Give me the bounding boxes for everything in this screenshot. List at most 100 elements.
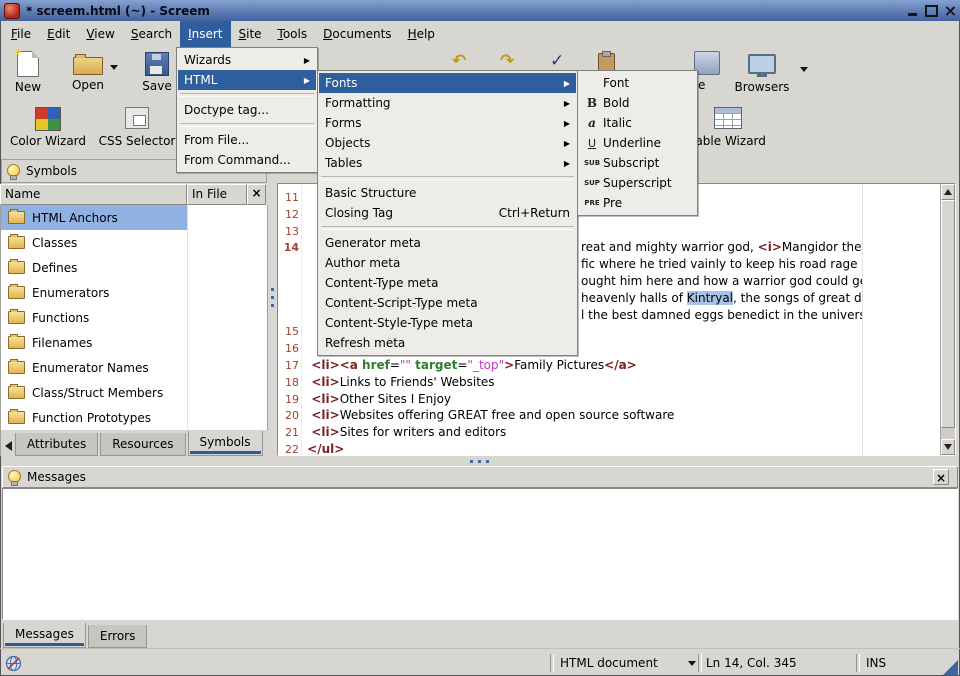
line-number: 18: [278, 374, 299, 391]
menu-item-content-type-meta[interactable]: Content-Type meta: [319, 273, 576, 293]
close-icon: [934, 470, 948, 487]
menu-item-formatting[interactable]: Formatting▶: [319, 93, 576, 113]
scroll-down-button[interactable]: [941, 439, 955, 455]
menu-item-font[interactable]: Font: [579, 73, 696, 93]
menubar-item-file[interactable]: File: [3, 21, 39, 47]
line-number: 20: [278, 407, 299, 424]
messages-tab-messages[interactable]: Messages: [3, 623, 86, 648]
color-wizard-label: Color Wizard: [4, 134, 92, 148]
column-header-in-file[interactable]: In File: [187, 184, 247, 205]
symbol-item-classes[interactable]: Classes: [1, 230, 267, 255]
symbol-item-html-anchors[interactable]: HTML Anchors: [1, 205, 267, 230]
code-line-21[interactable]: 21 <li>Sites for writers and editors: [278, 424, 940, 441]
check-icon[interactable]: ✓: [550, 51, 564, 71]
code-line-20[interactable]: 20 <li>Websites offering GREAT free and …: [278, 407, 940, 424]
sidebar-tab-row: AttributesResourcesSymbols: [0, 430, 268, 456]
open-dropdown-arrow-icon[interactable]: [110, 65, 118, 70]
menubar-item-view[interactable]: View: [78, 21, 122, 47]
close-button[interactable]: [941, 2, 960, 19]
color-wizard-button[interactable]: Color Wizard: [4, 107, 92, 148]
column-header-name[interactable]: Name: [0, 184, 187, 205]
menu-item-label: Forms: [325, 116, 361, 130]
tab-scroll-left-button[interactable]: [1, 436, 15, 456]
online-status-icon[interactable]: [5, 649, 22, 676]
symbol-item-enumerator-names[interactable]: Enumerator Names: [1, 355, 267, 380]
symbol-item-class-struct-members[interactable]: Class/Struct Members: [1, 380, 267, 405]
folder-icon: [8, 386, 25, 399]
maximize-button[interactable]: [922, 2, 941, 19]
messages-close-button[interactable]: [933, 469, 949, 485]
menu-accelerator: Ctrl+Return: [483, 206, 570, 220]
symbol-item-defines[interactable]: Defines: [1, 255, 267, 280]
sidebar-tab-attributes[interactable]: Attributes: [15, 433, 98, 456]
menu-item-italic[interactable]: aItalic: [579, 113, 696, 133]
symbol-label: Enumerator Names: [32, 361, 149, 375]
menu-item-forms[interactable]: Forms▶: [319, 113, 576, 133]
menu-item-generator-meta[interactable]: Generator meta: [319, 233, 576, 253]
browsers-button[interactable]: Browsers: [726, 51, 798, 94]
statusbar-separator: [856, 654, 860, 672]
menubar-item-search[interactable]: Search: [123, 21, 180, 47]
menu-item-from-file[interactable]: From File...: [178, 130, 316, 150]
menu-item-fonts[interactable]: Fonts▶: [319, 73, 576, 93]
toolbar-button-partial[interactable]: e: [694, 51, 724, 92]
vertical-splitter[interactable]: [268, 158, 277, 456]
menubar-item-documents[interactable]: Documents: [315, 21, 399, 47]
code-line-22[interactable]: 22 </ul>: [278, 441, 940, 455]
menubar-item-insert[interactable]: Insert: [180, 21, 230, 47]
undo-arrow-icon[interactable]: ↶: [452, 51, 466, 71]
symbol-item-enumerators[interactable]: Enumerators: [1, 280, 267, 305]
menu-item-pre[interactable]: PREPre: [579, 193, 696, 213]
cursor-position: Ln 14, Col. 345: [706, 649, 797, 676]
code-line-17[interactable]: 17 <li><a href="" target="_top">Family P…: [278, 357, 940, 374]
menu-item-bold[interactable]: BBold: [579, 93, 696, 113]
resize-grip[interactable]: [943, 660, 958, 675]
code-text: heavenly halls of Kintryal, the songs of…: [581, 290, 862, 307]
menu-item-doctype-tag[interactable]: Doctype tag...: [178, 100, 316, 120]
redo-arrow-icon[interactable]: ↷: [500, 51, 514, 71]
menu-item-label: Underline: [603, 136, 661, 150]
panel-close-button[interactable]: [247, 184, 266, 205]
menu-item-closing-tag[interactable]: Closing TagCtrl+Return: [319, 203, 576, 223]
menubar-item-tools[interactable]: Tools: [270, 21, 316, 47]
minimize-button[interactable]: [903, 2, 922, 19]
menu-item-tables[interactable]: Tables▶: [319, 153, 576, 173]
titlebar[interactable]: * screem.html (~) - Screem: [0, 0, 960, 21]
menu-item-subscript[interactable]: SUBSubscript: [579, 153, 696, 173]
new-button[interactable]: New: [6, 51, 50, 94]
menu-item-content-script-type-meta[interactable]: Content-Script-Type meta: [319, 293, 576, 313]
code-line-18[interactable]: 18 <li>Links to Friends' Websites: [278, 374, 940, 391]
code-line-19[interactable]: 19 <li>Other Sites I Enjoy: [278, 391, 940, 408]
menu-item-html[interactable]: HTML▶: [178, 70, 316, 90]
scroll-up-button[interactable]: [941, 184, 955, 200]
folder-icon: [8, 286, 25, 299]
menubar-item-help[interactable]: Help: [400, 21, 443, 47]
browsers-dropdown-arrow-icon[interactable]: [800, 67, 808, 72]
symbol-item-filenames[interactable]: Filenames: [1, 330, 267, 355]
editor-vertical-scrollbar[interactable]: [940, 184, 955, 455]
horizontal-splitter[interactable]: [0, 456, 960, 466]
menu-item-objects[interactable]: Objects▶: [319, 133, 576, 153]
save-button[interactable]: Save: [134, 51, 180, 93]
menubar-item-edit[interactable]: Edit: [39, 21, 78, 47]
menu-item-author-meta[interactable]: Author meta: [319, 253, 576, 273]
sidebar-tab-resources[interactable]: Resources: [100, 433, 185, 456]
menu-item-basic-structure[interactable]: Basic Structure: [319, 183, 576, 203]
document-type-selector[interactable]: HTML document: [560, 649, 696, 676]
css-selector-button[interactable]: CSS Selector: [94, 107, 180, 148]
menu-item-content-style-type-meta[interactable]: Content-Style-Type meta: [319, 313, 576, 333]
menu-item-superscript[interactable]: SUPSuperscript: [579, 173, 696, 193]
symbols-list: HTML AnchorsClassesDefinesEnumeratorsFun…: [0, 205, 268, 430]
menu-item-from-command[interactable]: From Command...: [178, 150, 316, 170]
symbol-item-function-prototypes[interactable]: Function Prototypes: [1, 405, 267, 430]
menu-item-refresh-meta[interactable]: Refresh meta: [319, 333, 576, 353]
scrollbar-thumb[interactable]: [941, 200, 955, 428]
table-wizard-button[interactable]: Table Wizard: [686, 107, 770, 148]
open-button[interactable]: Open: [62, 51, 114, 92]
sidebar-tab-symbols[interactable]: Symbols: [188, 431, 263, 456]
symbol-item-functions[interactable]: Functions: [1, 305, 267, 330]
menu-item-wizards[interactable]: Wizards▶: [178, 50, 316, 70]
menu-item-underline[interactable]: UUnderline: [579, 133, 696, 153]
menubar-item-site[interactable]: Site: [231, 21, 270, 47]
messages-tab-errors[interactable]: Errors: [88, 625, 148, 648]
